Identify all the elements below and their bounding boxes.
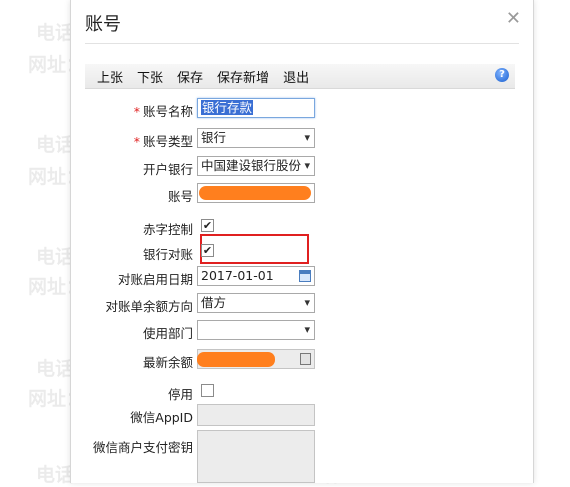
- balance-direction-label: 对账单余额方向: [105, 299, 193, 314]
- wechat-pay-key-textarea[interactable]: [197, 430, 315, 483]
- reconcile-start-label: 对账启用日期: [117, 272, 193, 287]
- wechat-appid-label: 微信AppID: [130, 410, 193, 425]
- reconcile-start-date-input[interactable]: 2017-01-01: [197, 266, 315, 286]
- save-button[interactable]: 保存: [170, 67, 210, 86]
- required-mark: *: [133, 104, 140, 119]
- wechat-appid-input[interactable]: [197, 404, 315, 426]
- title-divider: [85, 43, 519, 44]
- redaction-mark: [199, 186, 311, 200]
- bank-select[interactable]: 中国建设银行股份: [197, 156, 315, 176]
- account-name-label: * 账号名称: [133, 104, 193, 119]
- exit-button[interactable]: 退出: [276, 67, 316, 86]
- account-no-row: 账号: [71, 183, 533, 205]
- dialog-title: 账号: [85, 14, 121, 35]
- wechat-appid-row: 微信AppID: [71, 404, 533, 426]
- help-icon[interactable]: ?: [495, 68, 509, 82]
- disabled-row: 停用: [71, 381, 533, 403]
- department-row: 使用部门: [71, 320, 533, 342]
- account-name-row: * 账号名称 银行存款: [71, 98, 533, 120]
- calculator-icon[interactable]: [300, 353, 311, 365]
- latest-balance-label: 最新余额: [142, 355, 193, 370]
- bank-row: 开户银行 中国建设银行股份: [71, 156, 533, 178]
- prev-button[interactable]: 上张: [85, 67, 130, 86]
- account-name-input[interactable]: 银行存款: [197, 98, 315, 118]
- bank-reconcile-label: 银行对账: [142, 247, 193, 262]
- account-type-row: * 账号类型 银行: [71, 128, 533, 150]
- account-dialog: 账号 ✕ 上张 下张 保存 保存新增 退出 ? * 账号名称 银行存款 * 账号类型…: [70, 0, 534, 483]
- bank-reconcile-checkbox[interactable]: ✔: [201, 244, 214, 257]
- required-mark: *: [133, 134, 140, 149]
- bank-reconcile-row: 银行对账 ✔: [71, 241, 533, 263]
- balance-direction-select[interactable]: 借方: [197, 293, 315, 313]
- save-and-new-button[interactable]: 保存新增: [210, 67, 276, 86]
- red-control-label: 赤字控制: [142, 222, 193, 237]
- close-icon[interactable]: ✕: [506, 10, 521, 28]
- red-control-checkbox[interactable]: ✔: [201, 219, 214, 232]
- balance-direction-row: 对账单余额方向 借方: [71, 293, 533, 315]
- latest-balance-row: 最新余额: [71, 349, 533, 371]
- disabled-checkbox[interactable]: [201, 384, 214, 397]
- account-no-label: 账号: [167, 189, 193, 204]
- department-select[interactable]: [197, 320, 315, 340]
- bank-label: 开户银行: [142, 162, 193, 177]
- account-type-label: * 账号类型: [133, 134, 193, 149]
- toolbar: 上张 下张 保存 保存新增 退出 ?: [85, 64, 515, 89]
- calendar-icon[interactable]: [299, 270, 311, 282]
- reconcile-start-row: 对账启用日期 2017-01-01: [71, 266, 533, 288]
- disabled-label: 停用: [167, 387, 193, 402]
- account-type-select[interactable]: 银行: [197, 128, 315, 148]
- department-label: 使用部门: [142, 326, 193, 341]
- redaction-mark: [197, 352, 275, 367]
- wechat-pay-key-label: 微信商户支付密钥: [92, 440, 193, 455]
- next-button[interactable]: 下张: [130, 67, 170, 86]
